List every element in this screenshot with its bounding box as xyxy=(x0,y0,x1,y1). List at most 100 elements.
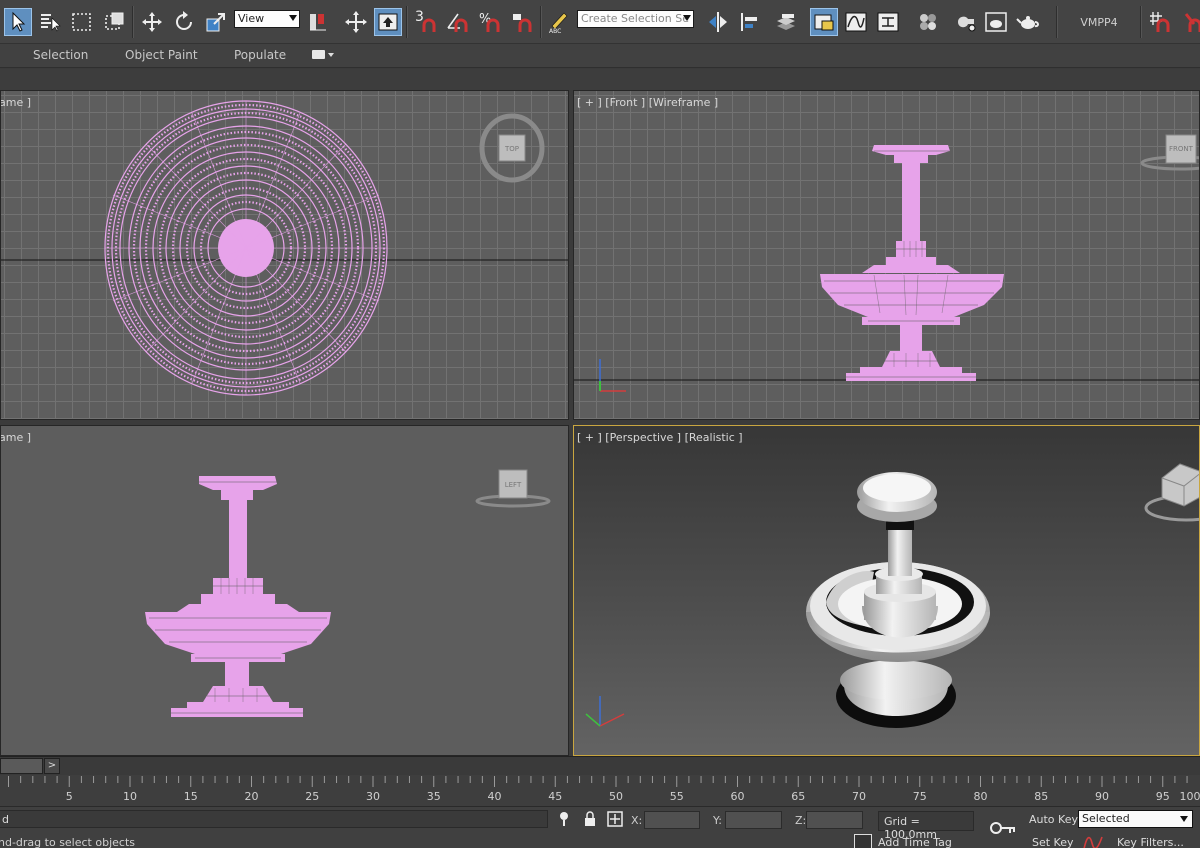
track-tick-label: 75 xyxy=(913,790,927,803)
snap-extra-icon xyxy=(1184,13,1200,32)
named-selection-value: Create Selection Se xyxy=(581,12,689,25)
axis-tripod xyxy=(585,696,625,727)
material-editor-button[interactable] xyxy=(914,8,942,36)
rotate-button[interactable] xyxy=(170,8,198,36)
toolbar-separator xyxy=(406,6,408,38)
x-coordinate-field[interactable] xyxy=(644,811,700,829)
percent-snap-icon: % xyxy=(479,12,500,32)
axis-tripod xyxy=(599,359,626,392)
mirror-icon xyxy=(709,12,727,32)
track-tick-label: 85 xyxy=(1034,790,1048,803)
time-slider[interactable]: > xyxy=(0,756,1200,775)
key-icon[interactable] xyxy=(990,821,1016,835)
viewport-front-label[interactable]: [ + ] [Front ] [Wireframe ] xyxy=(577,96,718,109)
chevron-down-icon xyxy=(1180,816,1188,822)
teapot-icon xyxy=(1016,16,1039,29)
track-tick-label: 95 xyxy=(1156,790,1170,803)
snap-extra-button[interactable] xyxy=(1178,8,1200,36)
z-coordinate-field[interactable] xyxy=(806,811,863,829)
reference-coordinate-dropdown[interactable]: View xyxy=(234,10,300,28)
move-button[interactable] xyxy=(138,8,166,36)
grid-snap-button[interactable] xyxy=(1146,8,1174,36)
render-production-button[interactable] xyxy=(1014,8,1042,36)
window-crossing-button[interactable] xyxy=(100,8,128,36)
track-tick-label: 70 xyxy=(852,790,866,803)
viewport-perspective-label[interactable]: [ + ] [Perspective ] [Realistic ] xyxy=(577,431,743,444)
material-editor-icon xyxy=(920,14,936,30)
time-tag-icon xyxy=(854,834,872,848)
scale-icon xyxy=(206,13,225,32)
track-tick-label: 45 xyxy=(548,790,562,803)
y-coordinate-field[interactable] xyxy=(725,811,782,829)
set-key-button[interactable]: Set Key xyxy=(1032,836,1074,848)
layer-explorer-button[interactable] xyxy=(810,8,838,36)
schematic-icon xyxy=(877,12,899,32)
viewcube-front[interactable]: FRONT xyxy=(1140,134,1200,171)
scale-button[interactable] xyxy=(202,8,230,36)
auto-key-button[interactable]: Auto Key xyxy=(1029,813,1078,826)
selection-status-field: d xyxy=(0,810,548,828)
x-coordinate-label: X: xyxy=(631,814,643,827)
schematic-view-button[interactable] xyxy=(874,8,902,36)
align-button[interactable] xyxy=(736,8,764,36)
prompt-line: nd-drag to select objects xyxy=(0,836,135,848)
select-by-name-button[interactable] xyxy=(36,8,64,36)
render-setup-button[interactable] xyxy=(952,8,980,36)
track-tick-label: 40 xyxy=(488,790,502,803)
viewport-top[interactable]: TOP ame ] xyxy=(0,90,569,420)
snaps-toggle-button[interactable]: 3 xyxy=(412,8,440,36)
svg-text:ABC: ABC xyxy=(549,28,561,34)
curve-editor-button[interactable] xyxy=(842,8,870,36)
viewport-perspective[interactable]: [ + ] [Perspective ] [Realistic ] xyxy=(573,425,1200,756)
rectangular-selection-button[interactable] xyxy=(68,8,96,36)
key-mode-dropdown[interactable]: Selected xyxy=(1078,810,1193,828)
isolate-selection-icon[interactable] xyxy=(556,811,572,827)
keyboard-shortcut-override-button[interactable] xyxy=(374,8,402,36)
absolute-mode-icon[interactable] xyxy=(607,811,623,827)
track-tick-label: 55 xyxy=(670,790,684,803)
viewcube-perspective[interactable] xyxy=(1144,463,1200,522)
svg-text:LEFT: LEFT xyxy=(505,481,522,489)
rendered-frame-window-button[interactable] xyxy=(982,8,1010,36)
ribbon-tab-populate[interactable]: Populate xyxy=(234,48,286,62)
pivot-center-icon xyxy=(310,14,326,31)
ribbon-tab-object-paint[interactable]: Object Paint xyxy=(125,48,198,62)
window-crossing-icon xyxy=(105,12,124,30)
add-time-tag-button[interactable]: Add Time Tag xyxy=(854,834,952,848)
viewcube-top[interactable]: TOP xyxy=(479,113,545,183)
toolbar-separator xyxy=(1056,6,1058,38)
viewport-top-label[interactable]: ame ] xyxy=(1,96,31,109)
select-arrow-icon xyxy=(12,11,26,32)
toolbar-separator xyxy=(1140,6,1142,38)
ribbon-tab-selection[interactable]: Selection xyxy=(33,48,88,62)
workspace-label[interactable]: VMPP4 xyxy=(1066,8,1132,36)
edit-named-selection-button[interactable]: ABC xyxy=(544,8,572,36)
percent-snap-button[interactable]: % xyxy=(476,8,504,36)
select-object-button[interactable] xyxy=(4,8,32,36)
viewport-left-label[interactable]: ame ] xyxy=(1,431,31,444)
ribbon-options-button[interactable] xyxy=(312,50,334,59)
ribbon-bar: Selection Object Paint Populate xyxy=(0,44,1200,68)
key-curve-icon[interactable] xyxy=(1082,833,1104,848)
track-tick-label: 65 xyxy=(791,790,805,803)
use-pivot-center-button[interactable] xyxy=(304,8,332,36)
viewport-front[interactable]: FRONT [ + ] [Front ] [Wireframe ] xyxy=(573,90,1200,420)
track-bar[interactable]: 5 10 15 20 25 30 35 40 45 50 55 60 65 70 75 80 85 90 95 100 xyxy=(0,775,1200,806)
next-frame-button[interactable]: > xyxy=(44,758,60,774)
scene-explorer-button[interactable] xyxy=(772,8,800,36)
mirror-button[interactable] xyxy=(704,8,732,36)
svg-text:%: % xyxy=(479,12,491,27)
named-selection-dropdown[interactable]: Create Selection Se xyxy=(577,10,694,28)
viewcube-left[interactable]: LEFT xyxy=(475,469,551,508)
viewport-left[interactable]: LEFT ame ] xyxy=(0,425,569,756)
angle-snap-button[interactable] xyxy=(444,8,472,36)
track-tick-label: 60 xyxy=(731,790,745,803)
select-and-manipulate-button[interactable] xyxy=(342,8,370,36)
lock-icon[interactable] xyxy=(582,811,598,827)
time-slider-thumb[interactable] xyxy=(0,758,43,774)
track-tick-label: 80 xyxy=(974,790,988,803)
track-tick-label: 90 xyxy=(1095,790,1109,803)
key-filters-button[interactable]: Key Filters... xyxy=(1117,836,1184,848)
rotate-icon xyxy=(176,11,192,30)
spinner-snap-button[interactable] xyxy=(508,8,536,36)
